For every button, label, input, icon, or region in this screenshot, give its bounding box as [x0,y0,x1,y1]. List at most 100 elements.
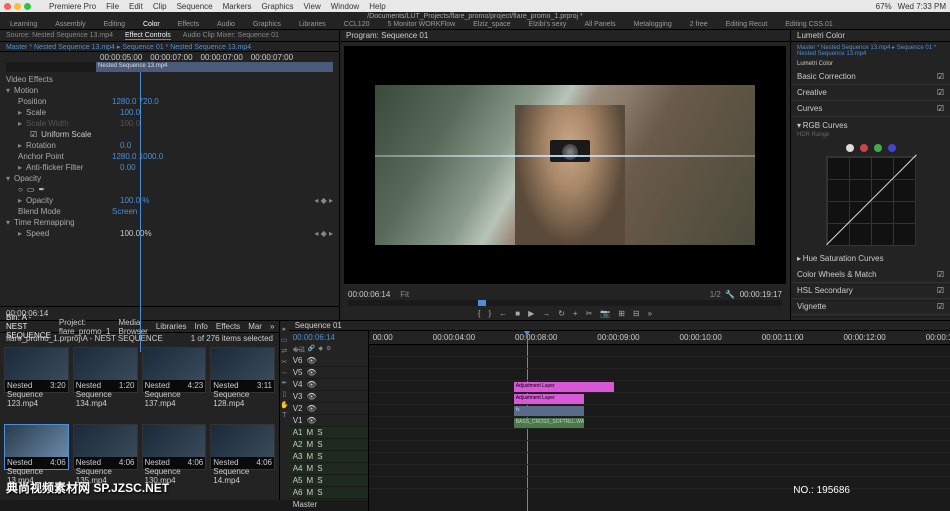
video-clip[interactable]: fx [514,406,584,416]
bin-item[interactable]: Nested Sequence 123.mp43:20 [4,347,69,393]
window-traffic-lights[interactable] [4,3,31,10]
slip-tool[interactable]: ↔ [281,369,288,376]
channel-luma[interactable] [846,144,854,152]
bin-item[interactable]: Nested Sequence 134.mp41:20 [73,347,138,393]
menu-clip[interactable]: Clip [153,2,167,11]
play-button[interactable]: ▶ [528,309,534,318]
effect-clip-bar[interactable]: Nested Sequence 13.mp4 [6,62,333,72]
chevron-right-icon[interactable]: ▸ [18,108,22,117]
rect-mask-icon[interactable]: ▭ [27,185,35,194]
lift-button[interactable]: ✂ [586,309,593,318]
channel-blue[interactable] [888,144,896,152]
pen-mask-icon[interactable]: ✒ [38,185,45,194]
menu-edit[interactable]: Edit [129,2,143,11]
section-basic[interactable]: Basic Correction [797,72,856,81]
bin-item[interactable]: Nested Sequence 130.mp44:06 [142,424,207,470]
ws-elziz[interactable]: Elziz_space [473,21,510,28]
program-timecode[interactable]: 00:00:06:14 [348,290,390,299]
program-scrubber[interactable] [348,300,782,306]
ws-assembly[interactable]: Assembly [55,21,85,28]
program-preview[interactable] [344,46,786,284]
section-curves[interactable]: Curves [797,104,822,113]
tab-libraries[interactable]: Libraries [156,322,187,331]
check-icon[interactable]: ☑ [937,72,944,81]
fx-position-value[interactable]: 1280.0 720.0 [112,97,159,106]
solo-icon[interactable]: S [317,428,322,437]
tab-audio-mixer[interactable]: Audio Clip Mixer: Sequence 01 [183,32,279,39]
mark-out-button[interactable]: } [489,309,492,318]
check-icon[interactable]: ☑ [937,286,944,295]
export-frame-button[interactable]: 📷 [600,309,610,318]
link-icon[interactable]: 🔗 [308,345,315,355]
ws-5monitor[interactable]: 5 Monitor WORKFlow [387,21,455,28]
chevron-down-icon[interactable]: ▾ [6,174,10,183]
eye-icon[interactable]: 👁 [307,416,317,425]
magnify-icon[interactable]: 🔧 [725,290,735,299]
ws-effects[interactable]: Effects [178,21,199,28]
ws-2free[interactable]: 2 free [690,21,708,28]
menu-graphics[interactable]: Graphics [262,2,294,11]
track-select-tool[interactable]: ▭ [281,336,288,344]
bin-item[interactable]: Nested Sequence 137.mp44:23 [142,347,207,393]
ws-editingcss[interactable]: Editing CSS.01 [785,21,832,28]
solo-icon[interactable]: S [317,476,322,485]
effect-playhead[interactable] [140,72,141,352]
bin-item[interactable]: Nested Sequence 14.mp44:06 [210,424,275,470]
mute-icon[interactable]: M [307,428,314,437]
step-fwd-button[interactable]: → [542,309,550,318]
fx-scale-value[interactable]: 100.0 [120,108,140,117]
check-icon[interactable]: ☑ [937,270,944,279]
tab-source[interactable]: Source: Nested Sequence 13.mp4 [6,32,113,39]
effect-clip[interactable]: Nested Sequence 13.mp4 [96,62,333,72]
ripple-tool[interactable]: ⇄ [281,347,287,355]
chevron-down-icon[interactable]: ▾ [6,86,10,95]
tab-overflow[interactable]: » [270,322,274,331]
checkbox-icon[interactable]: ☑ [30,130,37,139]
program-fit[interactable]: Fit [400,290,409,299]
loop-button[interactable]: ↻ [558,309,565,318]
razor-tool[interactable]: ✂ [281,358,287,366]
eye-icon[interactable]: 👁 [307,392,317,401]
tab-markers[interactable]: Mar [248,322,262,331]
chevron-right-icon[interactable]: ▸ [18,119,22,128]
ws-learning[interactable]: Learning [10,21,37,28]
fx-opacity[interactable]: Opacity [14,174,104,183]
eye-icon[interactable]: 👁 [307,380,317,389]
selection-tool[interactable]: ▸ [283,325,287,333]
solo-icon[interactable]: S [317,452,322,461]
chevron-right-icon[interactable]: ▸ [18,141,22,150]
bin-item[interactable]: Nested Sequence 128.mp43:11 [210,347,275,393]
fx-blend-value[interactable]: Screen [112,207,137,216]
adjustment-layer-clip[interactable]: Adjustment Layer [514,394,584,404]
timeline-timecode[interactable]: 00:00:06:14 [289,331,368,345]
chevron-right-icon[interactable]: ▸ [18,229,22,238]
mute-icon[interactable]: M [307,452,314,461]
fx-time[interactable]: Time Remapping [14,218,104,227]
settings-icon[interactable]: ⚙ [326,345,331,355]
ws-metalogging[interactable]: Metalogging [634,21,672,28]
mark-in-button[interactable]: { [478,309,481,318]
channel-green[interactable] [874,144,882,152]
eye-icon[interactable]: 👁 [307,356,317,365]
step-back-button[interactable]: ← [499,309,507,318]
chevron-down-icon[interactable]: ▾ [6,218,10,227]
solo-icon[interactable]: S [317,464,322,473]
section-wheels[interactable]: Color Wheels & Match [797,270,877,279]
ws-libraries[interactable]: Libraries [299,21,326,28]
eye-icon[interactable]: 👁 [307,368,317,377]
check-icon[interactable]: ☑ [937,104,944,113]
section-vignette[interactable]: Vignette [797,302,826,311]
curve-editor[interactable] [826,156,916,246]
fx-motion[interactable]: Motion [14,86,104,95]
ws-elzibi[interactable]: Elzibi's sexy [529,21,567,28]
stop-button[interactable]: ■ [515,309,520,318]
safe-margin-button[interactable]: ⊟ [633,309,640,318]
section-hsl[interactable]: HSL Secondary [797,286,853,295]
menu-help[interactable]: Help [369,2,385,11]
overflow-button[interactable]: » [648,309,652,318]
eye-icon[interactable]: 👁 [307,404,317,413]
timeline-tracks[interactable]: 00:0000:00:04:0000:00:08:0000:00:09:0000… [369,331,950,511]
mute-icon[interactable]: M [307,488,314,497]
mute-icon[interactable]: M [307,464,314,473]
tab-effect-controls[interactable]: Effect Controls [125,32,171,40]
